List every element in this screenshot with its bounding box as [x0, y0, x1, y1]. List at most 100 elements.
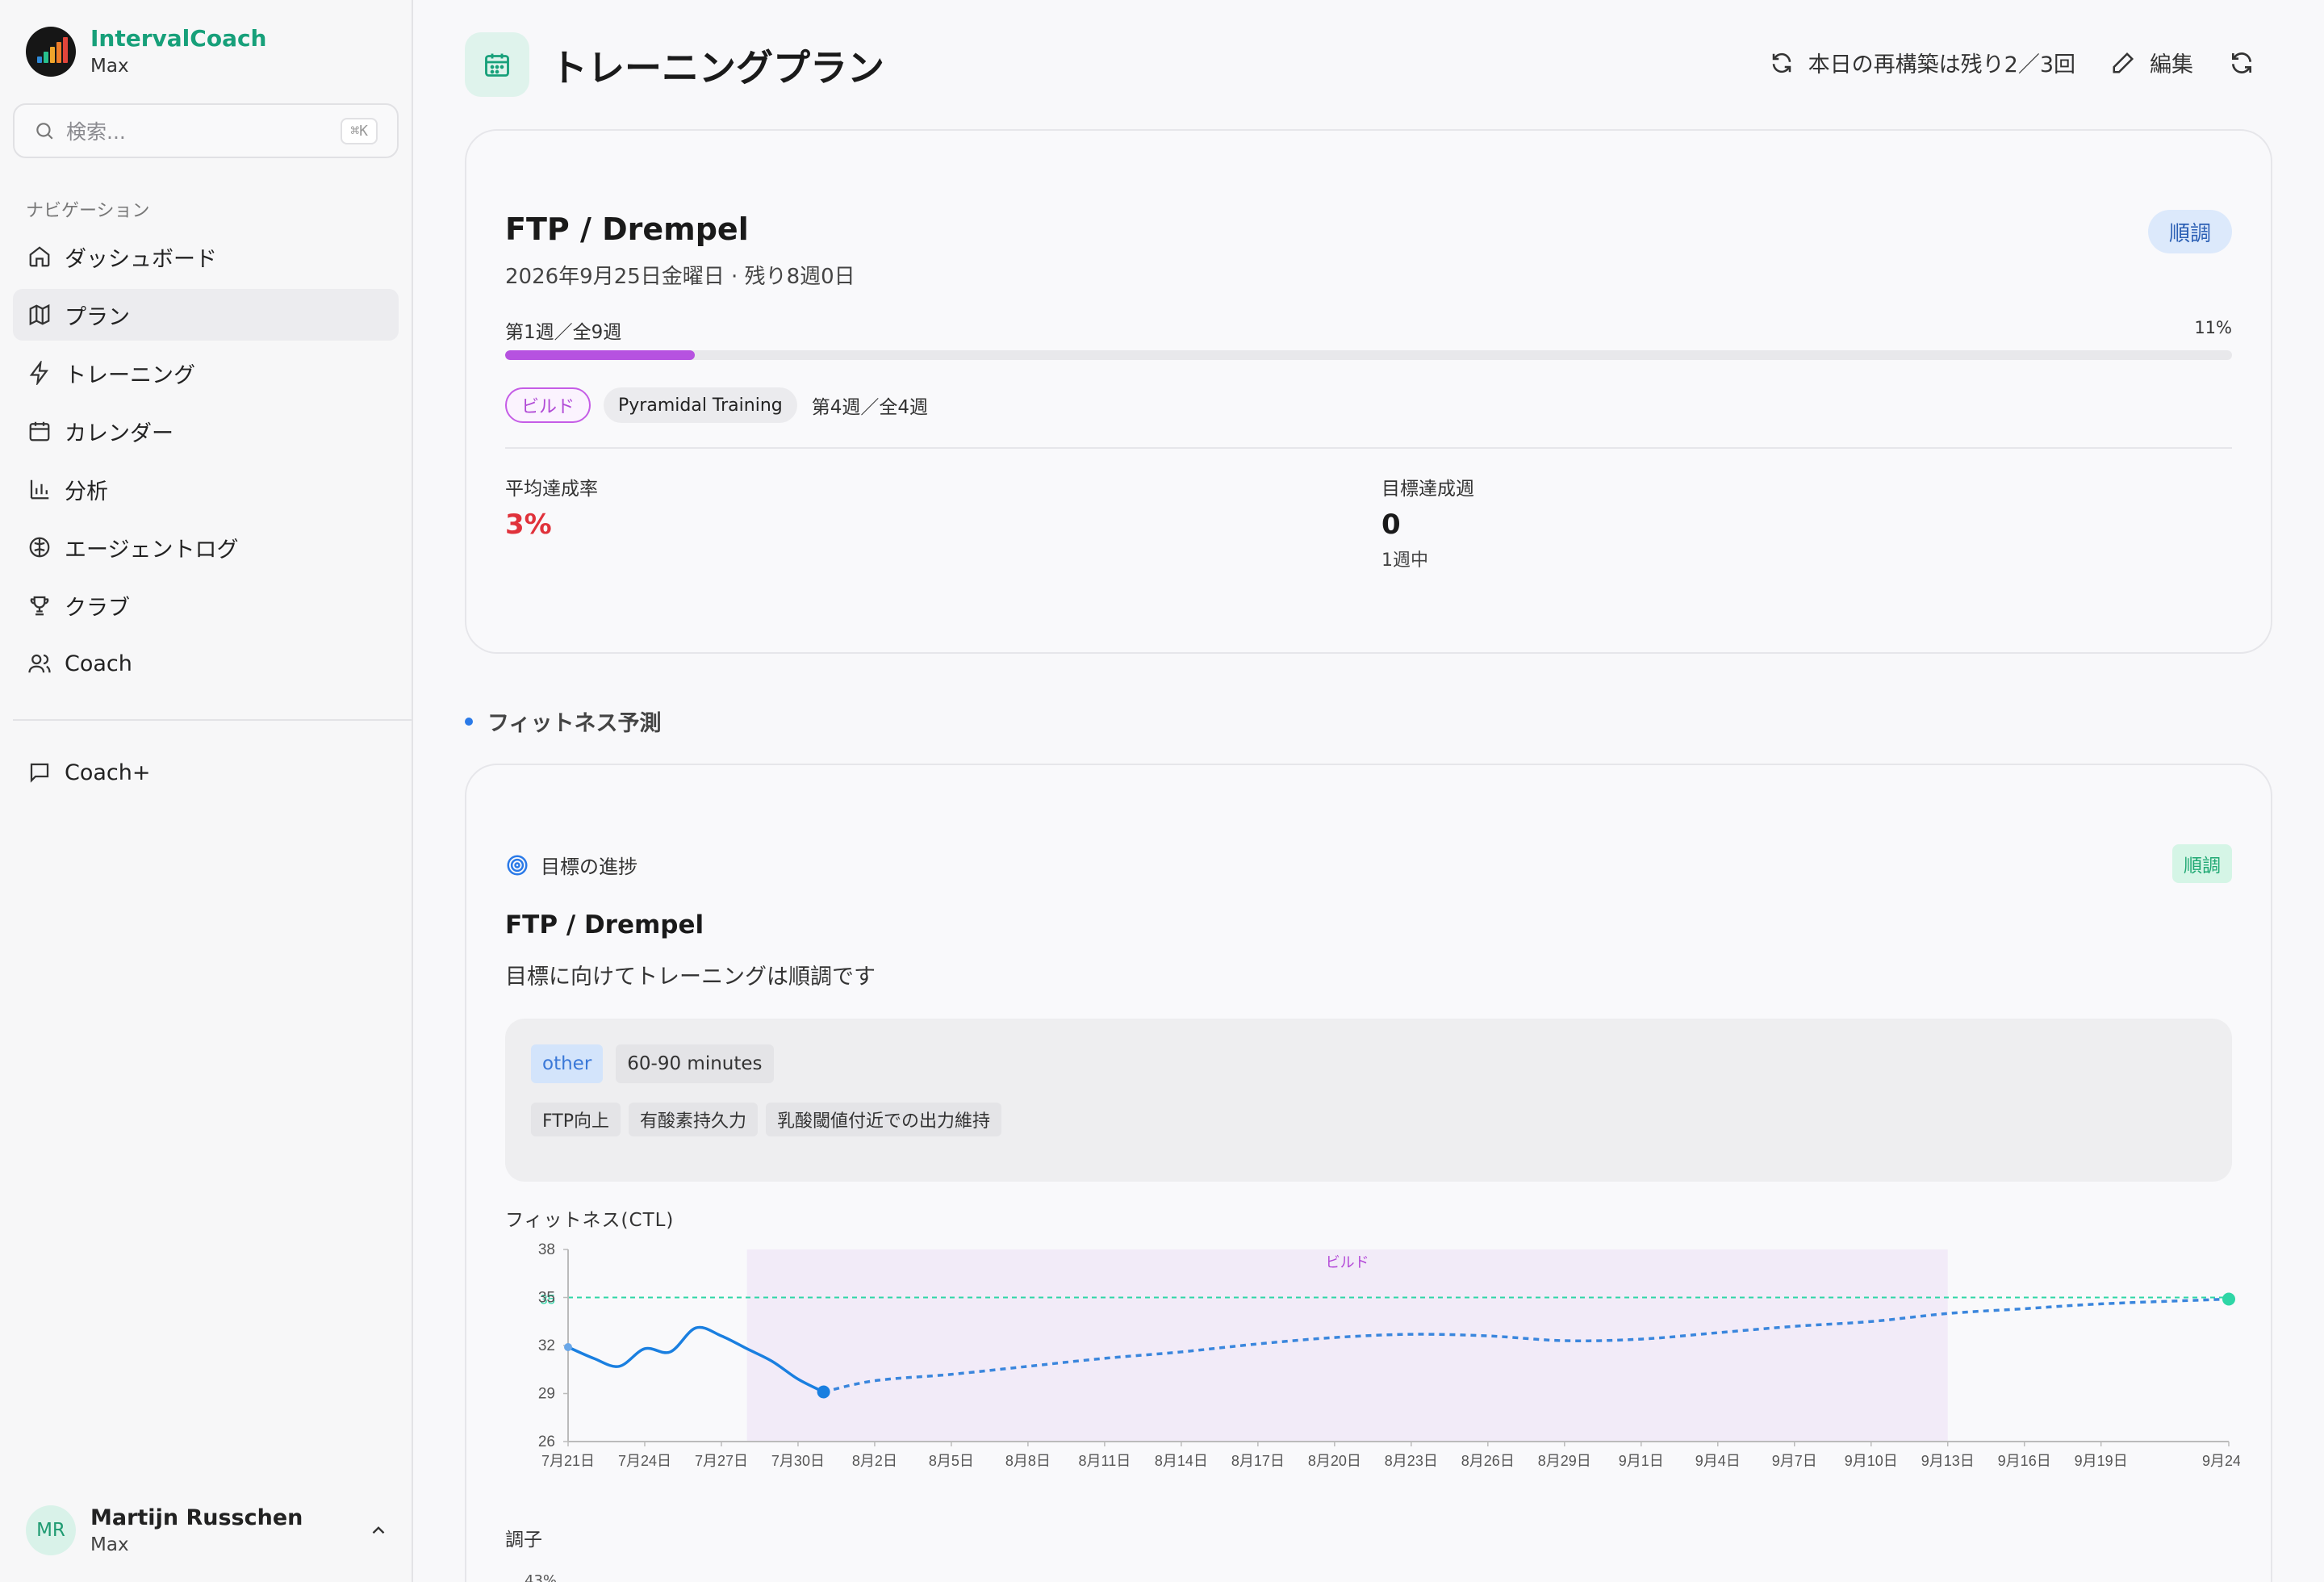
- ctl-current-point: [817, 1385, 830, 1399]
- user-menu[interactable]: MR Martijn Russchen Max: [26, 1501, 389, 1559]
- sidebar-item-label: エージェントログ: [65, 537, 239, 563]
- x-tick-label: 7月30日: [771, 1453, 825, 1469]
- sidebar-item-coach[interactable]: Coach: [13, 638, 399, 689]
- tag-duration: 60-90 minutes: [616, 1044, 774, 1083]
- ctl-chart-label: フィットネス(CTL): [505, 1210, 675, 1231]
- phase-band: [746, 1249, 1948, 1442]
- sidebar: IntervalCoach Max 検索... ⌘K ナビゲーション ダッシュボ…: [0, 0, 413, 1582]
- chevron-up-icon[interactable]: [368, 1520, 389, 1541]
- goal-title: FTP / Drempel: [505, 211, 749, 247]
- x-tick-label: 9月10日: [1845, 1453, 1898, 1469]
- stat-goal-weeks: 目標達成週 0 1週中: [1381, 473, 1474, 571]
- stat-sub: 1週中: [1381, 550, 1428, 571]
- sidebar-item-label: プラン: [65, 304, 130, 330]
- sidebar-item-label: 分析: [65, 479, 108, 504]
- sidebar-item-training[interactable]: トレーニング: [13, 347, 399, 399]
- bullet-icon: [465, 717, 473, 726]
- phase-band-label: ビルド: [1326, 1254, 1369, 1270]
- status-badge: 順調: [2147, 210, 2232, 253]
- plan-card: FTP / Drempel 2026年9月25日金曜日 · 残り8週0日 順調 …: [465, 129, 2272, 654]
- sidebar-item-plan[interactable]: プラン: [13, 289, 399, 341]
- stat-label: 目標達成週: [1381, 479, 1474, 500]
- x-tick-label: 9月13日: [1921, 1453, 1975, 1469]
- pencil-icon: [2113, 52, 2134, 73]
- x-tick-label: 8月23日: [1385, 1453, 1438, 1469]
- block-week: 第4週／全4週: [811, 397, 929, 418]
- goal-progress-row: 目標の進捗: [505, 851, 637, 879]
- tag-focus: 乳酸閾値付近での出力維持: [766, 1103, 1002, 1136]
- brain-icon: [29, 537, 50, 558]
- x-tick-label: 8月5日: [929, 1453, 974, 1469]
- calendar-icon: [465, 32, 529, 97]
- bar-chart-icon: [30, 479, 49, 500]
- x-tick-label: 8月29日: [1538, 1453, 1591, 1469]
- ctl-goal-point: [2222, 1292, 2235, 1306]
- divider: [505, 447, 2232, 449]
- user-name: Martijn Russchen: [90, 1505, 303, 1530]
- tag-focus: FTP向上: [531, 1103, 621, 1136]
- phase-chip: ビルド: [505, 387, 591, 423]
- sidebar-item-dashboard[interactable]: ダッシュボード: [13, 231, 399, 282]
- x-tick-label: 7月21日: [541, 1453, 595, 1469]
- fitness-card: 目標の進捗 順調 FTP / Drempel 目標に向けてトレーニングは順調です…: [465, 764, 2272, 1582]
- edit-button[interactable]: 編集: [2111, 47, 2193, 78]
- search-icon: [36, 123, 53, 140]
- sidebar-item-calendar[interactable]: カレンダー: [13, 405, 399, 457]
- x-tick-label: 9月24日: [2202, 1453, 2240, 1469]
- plan-progress-bar: [505, 350, 2232, 360]
- brand[interactable]: IntervalCoach Max: [26, 24, 267, 79]
- x-tick-label: 8月17日: [1231, 1453, 1285, 1469]
- x-tick-label: 8月8日: [1005, 1453, 1051, 1469]
- search-input[interactable]: 検索... ⌘K: [13, 103, 399, 158]
- week-label: 第1週／全9週: [505, 322, 622, 343]
- sidebar-item-agent-log[interactable]: エージェントログ: [13, 521, 399, 573]
- edit-label: 編集: [2150, 52, 2193, 77]
- avatar: MR: [26, 1505, 76, 1555]
- goal-date: 2026年9月25日金曜日 · 残り8週0日: [505, 265, 855, 289]
- chat-icon: [30, 763, 49, 783]
- x-tick-label: 9月16日: [1998, 1453, 2051, 1469]
- trophy-icon: [30, 596, 49, 616]
- refresh-button[interactable]: [2229, 50, 2269, 76]
- status-badge: 順調: [2172, 844, 2232, 883]
- app-user: Max: [90, 56, 129, 77]
- section-heading: フィットネス予測: [465, 705, 661, 737]
- sidebar-item-coach-plus[interactable]: Coach+: [13, 747, 399, 798]
- x-tick-label: 8月14日: [1155, 1453, 1208, 1469]
- y-tick-label: 38: [538, 1241, 555, 1258]
- search-shortcut: ⌘K: [341, 117, 378, 144]
- regen-label: 本日の再構築は残り2／3回: [1808, 52, 2075, 77]
- stat-value: 3%: [505, 508, 552, 541]
- x-tick-label: 9月4日: [1695, 1453, 1741, 1469]
- header-actions: 本日の再構築は残り2／3回 編集: [1734, 47, 2269, 78]
- page-title: トレーニングプラン: [550, 46, 884, 90]
- home-icon: [29, 246, 50, 267]
- nav-heading: ナビゲーション: [26, 201, 150, 221]
- search-placeholder: 検索...: [66, 120, 126, 144]
- bolt-icon: [29, 361, 48, 385]
- sidebar-item-analytics[interactable]: 分析: [13, 463, 399, 515]
- x-tick-label: 9月19日: [2075, 1453, 2128, 1469]
- calendar-icon: [29, 421, 50, 442]
- sidebar-item-label: Coach: [65, 651, 132, 676]
- ctl-chart: ビルド 35 38353229267月21日 7月24日 7月27日 7月30日 8月2…: [538, 1241, 2240, 1469]
- form-chart-label: 調子: [505, 1530, 542, 1551]
- user-sub: Max: [90, 1534, 129, 1555]
- stat-avg-completion: 平均達成率 3%: [505, 473, 598, 541]
- block-chip: Pyramidal Training: [604, 387, 797, 423]
- progress-percent: 11%: [2194, 318, 2232, 337]
- x-tick-label: 7月27日: [695, 1453, 748, 1469]
- tag-sport: other: [531, 1044, 604, 1083]
- y-tick-label: 35: [538, 1290, 555, 1307]
- stat-label: 平均達成率: [505, 479, 598, 500]
- x-tick-label: 8月26日: [1461, 1453, 1515, 1469]
- sidebar-item-label: クラブ: [65, 595, 130, 621]
- sidebar-divider: [13, 719, 413, 721]
- y-tick-label: 29: [538, 1386, 555, 1403]
- sidebar-item-club[interactable]: クラブ: [13, 580, 399, 631]
- x-tick-label: 8月2日: [852, 1453, 897, 1469]
- map-icon: [29, 303, 50, 326]
- x-tick-label: 9月7日: [1772, 1453, 1817, 1469]
- regenerate-button[interactable]: 本日の再構築は残り2／3回: [1770, 47, 2075, 78]
- fitness-goal-desc: 目標に向けてトレーニングは順調です: [505, 965, 876, 990]
